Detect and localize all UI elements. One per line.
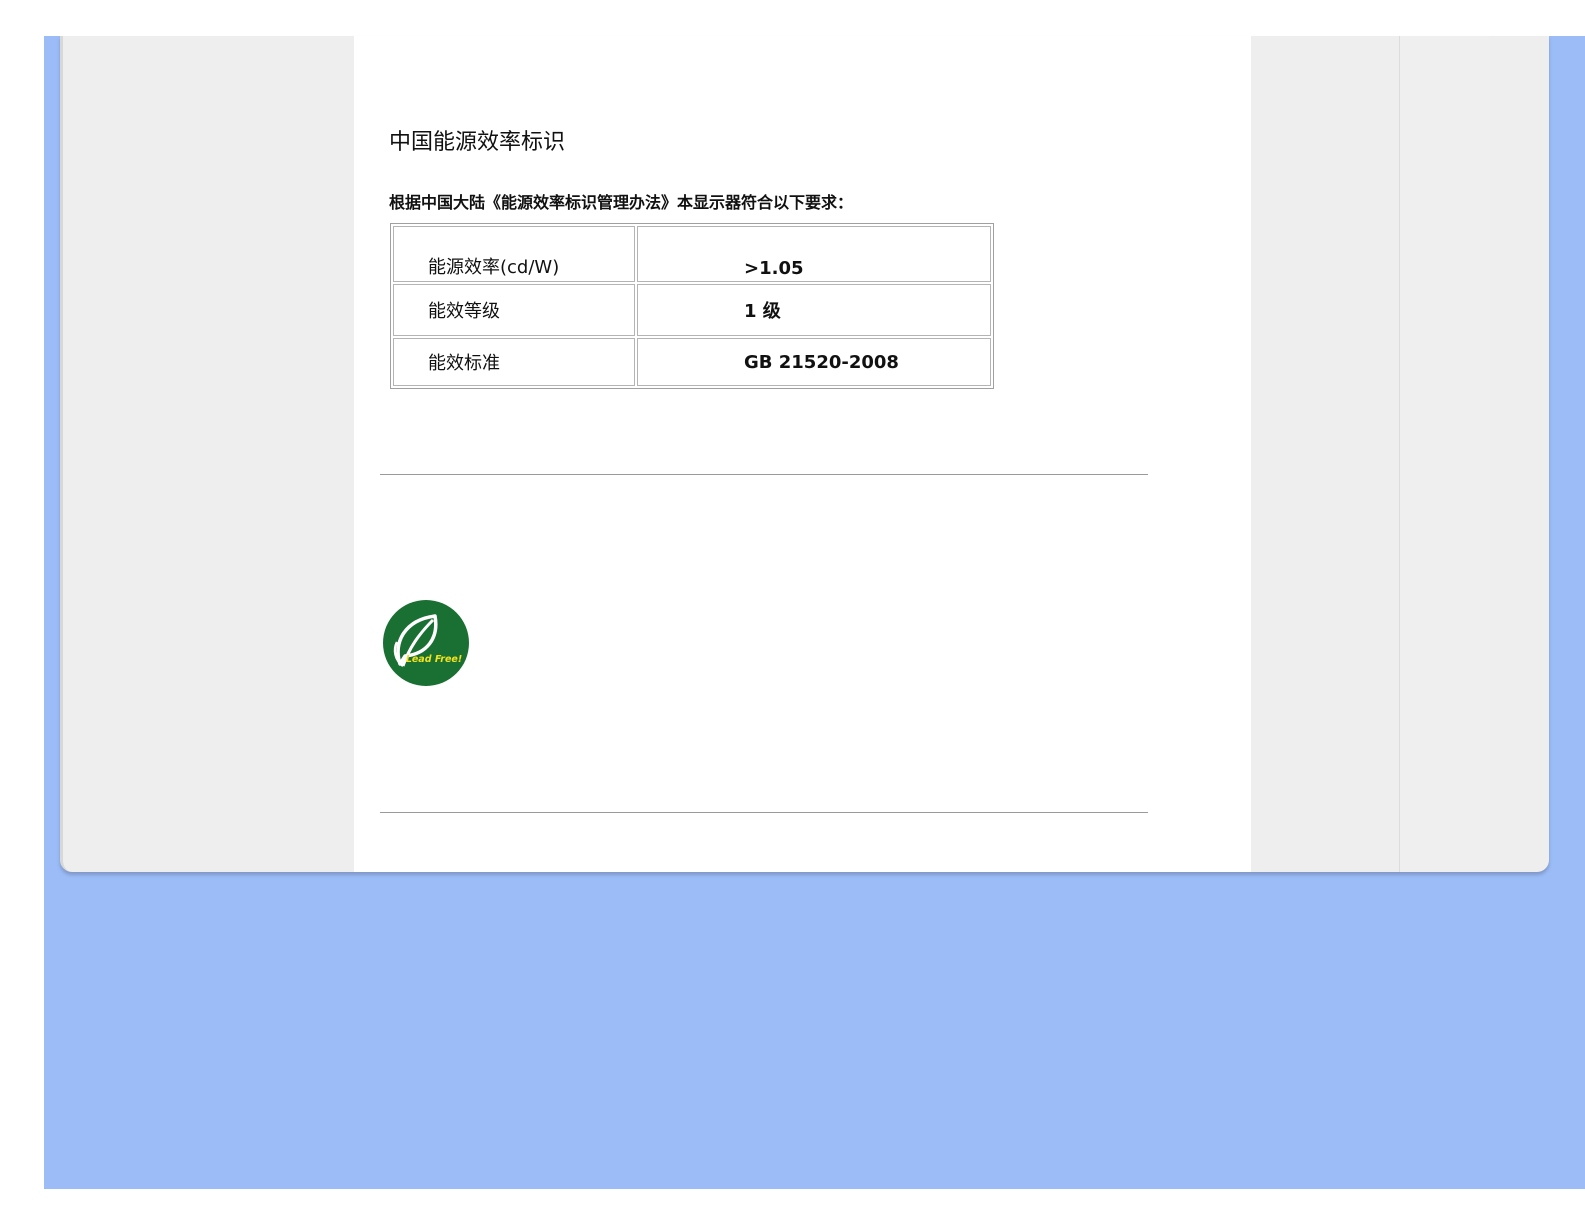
energy-efficiency-table: 能源效率(cd/W) >1.05 能效等级 1 级 能效标准 GB 21520-… bbox=[390, 223, 994, 389]
section-divider bbox=[380, 474, 1148, 475]
page-card: 中国能源效率标识 根据中国大陆《能源效率标识管理办法》本显示器符合以下要求： 能… bbox=[60, 36, 1549, 872]
table-row: 能效标准 GB 21520-2008 bbox=[393, 338, 991, 386]
content-column: 中国能源效率标识 根据中国大陆《能源效率标识管理办法》本显示器符合以下要求： 能… bbox=[354, 36, 1251, 872]
row-label: 能效等级 bbox=[393, 284, 635, 336]
row-label: 能效标准 bbox=[393, 338, 635, 386]
section-divider bbox=[380, 812, 1148, 813]
row-label: 能源效率(cd/W) bbox=[393, 226, 635, 282]
lead-free-badge: Lead Free! bbox=[383, 600, 469, 686]
page-background: 中国能源效率标识 根据中国大陆《能源效率标识管理办法》本显示器符合以下要求： 能… bbox=[44, 36, 1585, 1189]
page-title: 中国能源效率标识 bbox=[389, 130, 566, 155]
row-value: GB 21520-2008 bbox=[637, 338, 991, 386]
intro-text: 根据中国大陆《能源效率标识管理办法》本显示器符合以下要求： bbox=[389, 193, 854, 212]
row-value: >1.05 bbox=[637, 226, 991, 282]
badge-text: Lead Free! bbox=[406, 654, 462, 665]
right-margin-strip bbox=[1400, 36, 1490, 872]
row-value: 1 级 bbox=[637, 284, 991, 336]
table-row: 能源效率(cd/W) >1.05 bbox=[393, 226, 991, 282]
table-row: 能效等级 1 级 bbox=[393, 284, 991, 336]
